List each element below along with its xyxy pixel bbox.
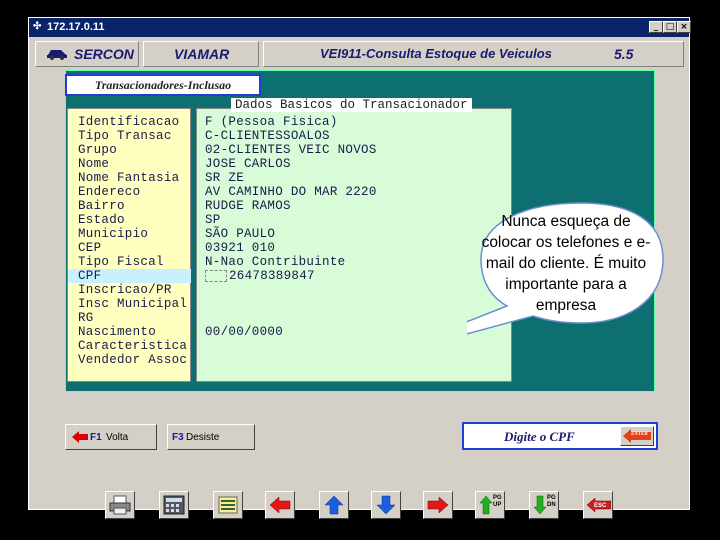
label-nome-fantasia: Nome Fantasia xyxy=(78,171,180,185)
cpf-input-box[interactable] xyxy=(205,269,227,282)
section-title: Dados Basicos do Transacionador xyxy=(231,98,472,112)
label-tipo-fiscal: Tipo Fiscal xyxy=(78,255,164,269)
field-values-column: F (Pessoa Fisica) C-CLIENTESSOALOS 02-CL… xyxy=(196,108,512,382)
calculator-icon xyxy=(163,495,185,515)
value-identificacao[interactable]: F (Pessoa Fisica) xyxy=(205,115,338,129)
screen-title: VEI911-Consulta Estoque de Veiculos xyxy=(320,46,552,61)
cpf-field[interactable]: 26478389847 xyxy=(205,269,315,283)
label-nascimento: Nascimento xyxy=(78,325,157,339)
callout-text: Nunca esqueça de colocar os telefones e … xyxy=(481,213,651,314)
brand-name: SERCON xyxy=(74,46,134,62)
page-up-button[interactable]: PG UP xyxy=(475,491,505,519)
value-tipo-fiscal[interactable]: N-Nao Contribuinte xyxy=(205,255,345,269)
list-button[interactable] xyxy=(213,491,243,519)
title-bar[interactable]: ✣ 172.17.0.11 _ □ × xyxy=(29,18,691,37)
window-title: 172.17.0.11 xyxy=(47,21,105,33)
desiste-key: F3 xyxy=(172,432,184,443)
label-identificacao: Identificacao xyxy=(78,115,180,129)
esc-label: ESC xyxy=(594,503,607,509)
calculator-button[interactable] xyxy=(159,491,189,519)
label-grupo: Grupo xyxy=(78,143,118,157)
company-header: VIAMAR xyxy=(143,41,259,67)
list-icon xyxy=(218,496,238,514)
label-caracteristica: Caracteristica xyxy=(78,339,188,353)
value-grupo[interactable]: 02-CLIENTES VEIC NOVOS xyxy=(205,143,377,157)
label-cep: CEP xyxy=(78,241,102,255)
desiste-label: Desiste xyxy=(186,432,220,443)
arrow-up-icon xyxy=(324,495,344,515)
label-inscricao-pr: Inscricao/PR xyxy=(78,283,172,297)
value-nome[interactable]: JOSE CARLOS xyxy=(205,157,291,171)
last-button[interactable] xyxy=(423,491,453,519)
printer-icon xyxy=(109,495,131,515)
app-window: ✣ 172.17.0.11 _ □ × SERCON VIAMAR VEI911… xyxy=(28,17,691,519)
down-button[interactable] xyxy=(371,491,401,519)
value-cep[interactable]: 03921 010 xyxy=(205,241,275,255)
value-endereco[interactable]: AV CAMINHO DO MAR 2220 xyxy=(205,185,377,199)
arrow-right-icon xyxy=(427,496,449,514)
arrow-left-icon xyxy=(72,431,88,443)
label-municipio: Municipio xyxy=(78,227,149,241)
desiste-button[interactable]: F3 Desiste xyxy=(167,424,255,450)
label-endereco: Endereco xyxy=(78,185,141,199)
value-nome-fantasia[interactable]: SR ZE xyxy=(205,171,244,185)
volta-key: F1 xyxy=(90,432,102,443)
input-prompt-box: Digite o CPF ENTER xyxy=(462,422,658,450)
input-prompt: Digite o CPF xyxy=(504,429,575,444)
page-down-label: PG DN xyxy=(547,495,556,508)
value-cpf: 26478389847 xyxy=(229,269,315,283)
company-name: VIAMAR xyxy=(174,46,230,62)
page-down-button[interactable]: PG DN xyxy=(529,491,559,519)
arrow-left-icon xyxy=(269,496,291,514)
label-insc-municipal: Insc Municipal xyxy=(78,297,188,311)
label-rg: RG xyxy=(78,311,94,325)
up-button[interactable] xyxy=(319,491,349,519)
close-button[interactable]: × xyxy=(677,21,691,33)
first-button[interactable] xyxy=(265,491,295,519)
value-municipio[interactable]: SÃO PAULO xyxy=(205,227,275,241)
esc-button[interactable]: ESC xyxy=(583,491,613,519)
value-bairro[interactable]: RUDGE RAMOS xyxy=(205,199,291,213)
car-logo-icon xyxy=(47,50,67,60)
maximize-button[interactable]: □ xyxy=(663,21,677,33)
minimize-button[interactable]: _ xyxy=(649,21,663,33)
page-up-label: PG UP xyxy=(493,495,502,508)
value-estado[interactable]: SP xyxy=(205,213,221,227)
label-cpf: CPF xyxy=(68,269,191,283)
app-icon: ✣ xyxy=(33,21,42,32)
form-tab-title: Transacionadores-Inclusao xyxy=(65,74,261,96)
enter-button[interactable]: ENTER xyxy=(620,426,654,446)
screen-header: VEI911-Consulta Estoque de Veiculos 5.5 xyxy=(263,41,684,67)
label-bairro: Bairro xyxy=(78,199,125,213)
volta-button[interactable]: F1 Volta xyxy=(65,424,157,450)
arrow-down-icon xyxy=(376,495,396,515)
value-tipo-transac[interactable]: C-CLIENTESSOALOS xyxy=(205,129,330,143)
brand-header: SERCON xyxy=(35,41,139,67)
field-labels-column: Identificacao Tipo Transac Grupo Nome No… xyxy=(67,108,191,382)
enter-label: ENTER xyxy=(631,432,648,437)
label-vendedor-assoc: Vendedor Assoc xyxy=(78,353,188,367)
volta-label: Volta xyxy=(106,432,129,443)
value-nascimento[interactable]: 00/00/0000 xyxy=(205,325,283,339)
label-tipo-transac: Tipo Transac xyxy=(78,129,172,143)
version: 5.5 xyxy=(614,46,634,62)
print-button[interactable] xyxy=(105,491,135,519)
label-nome: Nome xyxy=(78,157,110,171)
label-estado: Estado xyxy=(78,213,125,227)
